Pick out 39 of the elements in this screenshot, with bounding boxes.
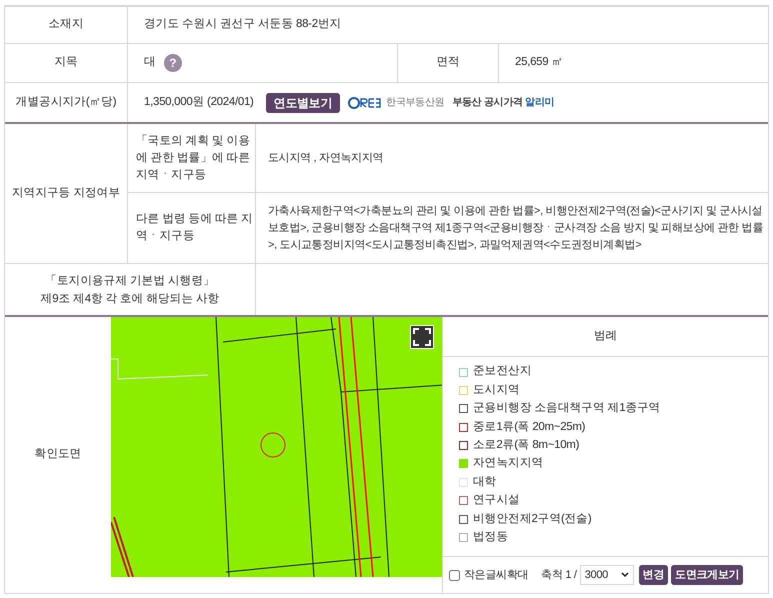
scale-select[interactable]: 3000 (580, 565, 634, 585)
legend-label: 대학 (473, 474, 496, 490)
legend-label: 연구시설 (473, 493, 520, 508)
chevron-down-icon (620, 572, 629, 578)
logo-icon (348, 96, 382, 108)
fullscreen-button[interactable] (410, 325, 434, 349)
year-view-button[interactable]: 연도별보기 (266, 92, 340, 112)
service-name: 부동산 공시가격 알리미 (452, 96, 554, 110)
enlarge-text-checkbox[interactable] (449, 570, 460, 580)
location-value: 경기도 수원시 권선구 서둔동 88-2번지 (143, 17, 342, 32)
row-label: 소재지 (5, 7, 128, 43)
legend-label: 군용비행장 소음대책구역 제1종구역 (473, 401, 660, 416)
sub-label: 다른 법령 등에 따른 지역ㆍ지구등 (128, 193, 256, 263)
checkbox-label: 작은글씨확대 (464, 568, 528, 583)
provider-name: 한국부동산원 (386, 96, 444, 110)
legend-label: 비행안전제2구역(전술) (473, 512, 592, 526)
row-label: 지역지구등 지정여부 (5, 124, 128, 263)
zoning-value: 가축사육제한구역<가축분뇨의 관리 및 이용에 관한 법률>, 비행안전제2구역(전술)<군사기지 및 군사시설 보호법>, 군용비행장 소음대책구역 제1종구역<군용비행장ㆍ군사격장 소음 방지 및 피해보상에 관한 법률>, 도시교통정비지역<도시교통정비촉진법>, 과밀억제권역<수도권정비계획법> (267, 204, 764, 252)
row-label: 면적 (398, 44, 499, 82)
regulation-label: 「토지이용규제 기본법 시행령」 제9조 제4항 각 호에 해당되는 사항 (5, 264, 256, 315)
legend-title: 범례 (443, 317, 768, 357)
row-label: 개별공시지가(㎡당) (5, 83, 128, 122)
legend-label: 중로1류(폭 20m~25m) (473, 420, 586, 435)
zoning-value: 도시지역 , 자연녹지지역 (267, 150, 384, 166)
row-label: 지목 (5, 44, 128, 82)
legend-label: 준보전산지 (473, 364, 532, 380)
row-label: 확인도면 (34, 447, 82, 462)
large-view-button[interactable]: 도면크게보기 (671, 565, 744, 585)
legend-label: 법정동 (473, 530, 508, 545)
change-button[interactable]: 변경 (638, 565, 668, 585)
land-category-value: 대 (144, 55, 156, 70)
price-value: 1,350,000원 (2024/01) (144, 94, 254, 110)
sub-label: 「국토의 계획 및 이용에 관한 법률」에 따른 지역ㆍ지구등 (128, 124, 256, 192)
legend-label: 자연녹지지역 (473, 456, 544, 472)
fullscreen-icon (413, 328, 431, 346)
legend-label: 소로2류(폭 8m~10m) (473, 438, 580, 453)
legend-label: 도시지역 (473, 382, 520, 398)
scale-label: 축척 1 / (541, 568, 577, 583)
area-value: 25,659 ㎡ (514, 55, 564, 70)
